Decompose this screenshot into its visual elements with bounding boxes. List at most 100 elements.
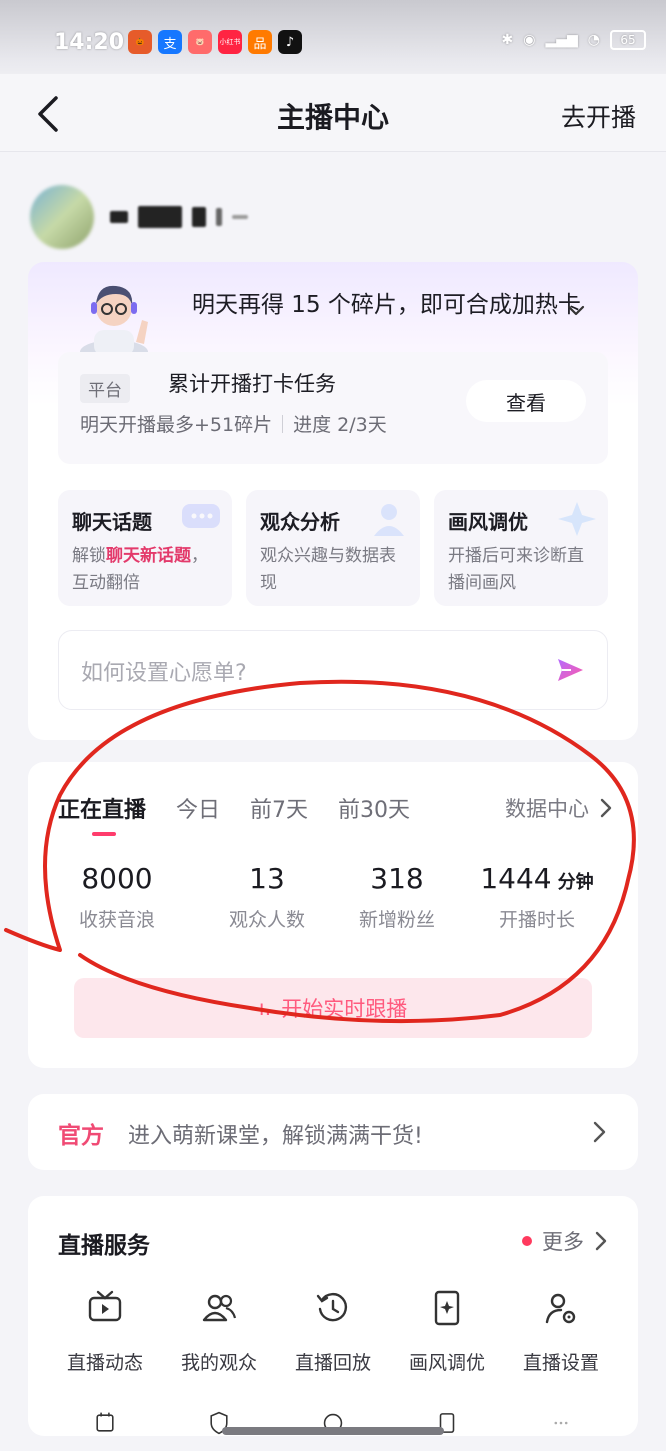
live-data-tabs: 正在直播 今日 前7天 前30天 数据中心 (58, 792, 613, 836)
stat-value: 8000 (81, 862, 153, 895)
mascot-illustration (80, 285, 148, 358)
tab-today[interactable]: 今日 (176, 792, 220, 824)
tool-cards: 聊天话题 解锁聊天新话题，互动翻倍 观众分析 观众兴趣与数据表现 画风调优 开播… (58, 490, 608, 606)
stat-value: 1444 分钟 (480, 862, 594, 895)
status-time: 14:20 (54, 30, 125, 55)
service-item-partial[interactable] (504, 1410, 618, 1440)
service-label: 我的观众 (180, 1352, 257, 1374)
tool-desc: 解锁聊天新话题，互动翻倍 (72, 546, 208, 593)
live-stats: 8000 收获音浪 13 观众人数 318 新增粉丝 1444 分钟 开播时长 (62, 862, 622, 932)
pumpkin-app-icon: 🎃 (128, 30, 152, 54)
alipay-app-icon: 支 (158, 30, 182, 54)
stat-label: 收获音浪 (78, 909, 155, 931)
pulse-icon: ı. (258, 996, 272, 1020)
tool-card-chat-topic[interactable]: 聊天话题 解锁聊天新话题，互动翻倍 (58, 490, 232, 606)
more-label: 更多 (542, 1230, 584, 1254)
go-live-button[interactable]: 去开播 (561, 98, 636, 134)
fragment-tip[interactable]: 明天再得 15 个碎片，即可合成加热卡 (58, 272, 618, 358)
official-tag: 官方 (58, 1123, 104, 1149)
ask-placeholder: 如何设置心愿单? (81, 661, 247, 686)
more-dots-icon (554, 1421, 568, 1425)
service-item-partial[interactable] (390, 1410, 504, 1440)
wifi-icon: ◔ (587, 32, 600, 48)
replay-icon (316, 1293, 347, 1322)
stat-value: 318 (370, 862, 424, 895)
service-label: 直播回放 (294, 1352, 371, 1374)
bluetooth-icon: ✱ (501, 32, 514, 48)
services-title: 直播服务 (58, 1233, 150, 1259)
official-banner[interactable]: 官方 进入萌新课堂，解锁满满干货! (28, 1094, 638, 1170)
service-label: 直播设置 (522, 1352, 599, 1374)
official-text: 进入萌新课堂，解锁满满干货! (128, 1124, 423, 1149)
task-reward: 明天开播最多+51碎片 (80, 414, 273, 436)
tab-last-30-days[interactable]: 前30天 (338, 792, 410, 824)
divider (282, 414, 284, 433)
chat-bubble-icon (182, 504, 220, 528)
anchor-task-card: 明天再得 15 个碎片，即可合成加热卡 平台 累计开播打卡任务 明天开播最多+5… (28, 262, 638, 740)
task-subtitle: 明天开播最多+51碎片 进度 2/3天 (80, 410, 387, 437)
stat-new-fans: 318 新增粉丝 (342, 862, 452, 932)
status-indicators: ✱ ◉ ▂▄▆ ◔ 65 (502, 30, 646, 50)
navbar: 主播中心 去开播 (0, 74, 666, 152)
tab-last-7-days[interactable]: 前7天 (250, 792, 308, 824)
signal-icon: ▂▄▆ (545, 32, 578, 48)
style-tune-icon (434, 1290, 460, 1326)
tool-card-audience-analysis[interactable]: 观众分析 观众兴趣与数据表现 (246, 490, 420, 606)
view-task-button[interactable]: 查看 (466, 380, 586, 422)
chevron-down-icon[interactable] (564, 298, 588, 322)
data-center-link[interactable]: 数据中心 (505, 793, 613, 823)
service-label: 画风调优 (408, 1352, 485, 1374)
service-replay[interactable]: 直播回放 (276, 1288, 390, 1375)
tool-card-style-tune[interactable]: 画风调优 开播后可来诊断直播间画风 (434, 490, 608, 606)
service-item-partial[interactable] (48, 1410, 162, 1440)
battery-icon: 65 (610, 30, 646, 50)
stat-label: 新增粉丝 (358, 909, 435, 931)
stat-label: 观众人数 (228, 909, 305, 931)
tab-live-now[interactable]: 正在直播 (58, 792, 146, 836)
services-row-2-partial (48, 1410, 618, 1440)
profile-header[interactable] (30, 185, 248, 249)
stat-viewers: 13 观众人数 (192, 862, 342, 932)
game-app-icon: 🐷 (188, 30, 212, 54)
service-item-partial[interactable] (162, 1410, 276, 1440)
service-label: 直播动态 (66, 1352, 143, 1374)
stat-value: 13 (249, 862, 285, 895)
tv-icon (88, 1290, 122, 1322)
services-more-link[interactable]: 更多 (522, 1226, 608, 1256)
home-indicator[interactable] (222, 1427, 444, 1435)
tip-text: 明天再得 15 个碎片，即可合成加热卡 (192, 292, 581, 318)
task-title: 累计开播打卡任务 (168, 372, 336, 396)
stat-label: 开播时长 (498, 909, 575, 931)
chevron-right-icon (593, 1121, 606, 1143)
service-live-feed[interactable]: 直播动态 (48, 1288, 162, 1375)
chevron-right-icon (600, 798, 612, 818)
location-icon: ◉ (523, 32, 536, 48)
service-style-tune[interactable]: 画风调优 (390, 1288, 504, 1375)
platform-tag: 平台 (80, 374, 130, 403)
live-services-card: 直播服务 更多 直播动态 我的观众 直播回放 画风调优 直播设置 (28, 1196, 638, 1436)
notification-dot (522, 1236, 532, 1246)
wishlist-question-input[interactable]: 如何设置心愿单? (58, 630, 608, 710)
settings-user-icon (545, 1293, 576, 1324)
service-item-partial[interactable] (276, 1410, 390, 1440)
send-icon[interactable] (555, 655, 585, 685)
service-my-audience[interactable]: 我的观众 (162, 1288, 276, 1375)
live-data-card: 正在直播 今日 前7天 前30天 数据中心 8000 收获音浪 13 观众人数 … (28, 762, 638, 1068)
stat-sound-waves: 8000 收获音浪 (62, 862, 172, 932)
start-realtime-follow-button[interactable]: ı. 开始实时跟播 (74, 978, 592, 1038)
chevron-right-icon (595, 1231, 607, 1251)
battery-level: 65 (620, 33, 636, 47)
follow-button-label: 开始实时跟播 (281, 997, 408, 1021)
avatar[interactable] (30, 185, 94, 249)
checkin-task-box: 平台 累计开播打卡任务 明天开播最多+51碎片 进度 2/3天 查看 (58, 352, 608, 464)
calendar-icon (96, 1412, 114, 1432)
tiktok-app-icon: ♪ (278, 30, 302, 54)
service-live-settings[interactable]: 直播设置 (504, 1288, 618, 1375)
tool-desc: 开播后可来诊断直播间画风 (448, 546, 584, 593)
sparkle-icon (558, 502, 596, 536)
person-icon (374, 504, 404, 536)
data-center-label: 数据中心 (505, 797, 589, 821)
task-progress: 进度 2/3天 (293, 414, 387, 436)
stat-live-duration: 1444 分钟 开播时长 (452, 862, 622, 932)
audience-icon (202, 1294, 237, 1322)
